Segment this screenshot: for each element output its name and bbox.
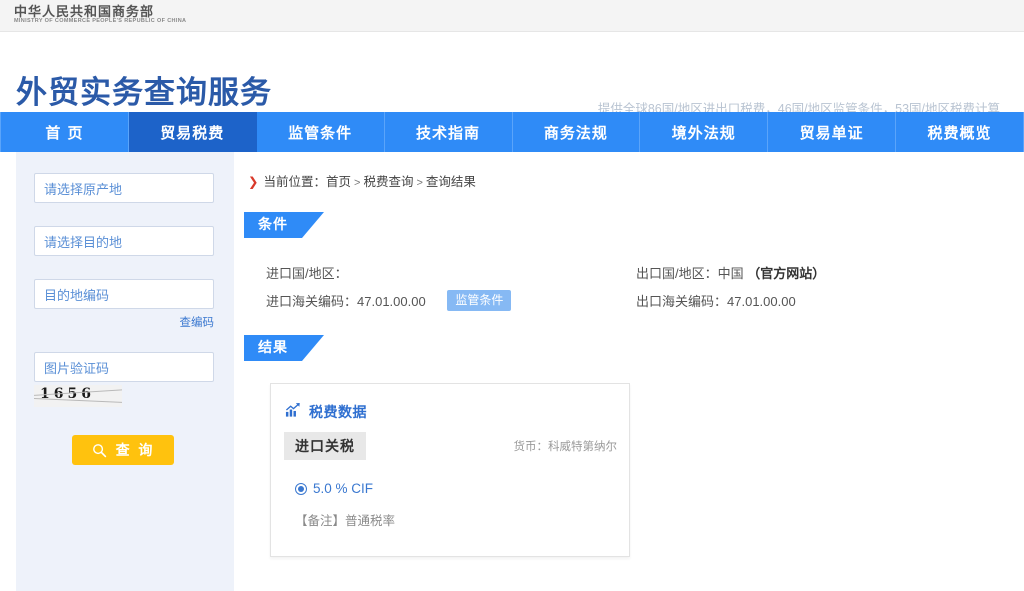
page-title: 外贸实务查询服务 <box>16 75 272 111</box>
bar-chart-up-icon <box>285 402 302 422</box>
ministry-name-en: MINISTRY OF COMMERCE PEOPLE'S REPUBLIC O… <box>14 18 187 25</box>
hs-code-input[interactable]: 目的地编码 <box>34 279 214 309</box>
tax-rate-remark: 【备注】普通税率 <box>295 514 396 528</box>
breadcrumb-separator-2: > <box>416 177 423 189</box>
export-hs-row: 出口海关编码：47.01.00.00 <box>636 288 825 316</box>
nav-item-business-law[interactable]: 商务法规 <box>513 112 641 152</box>
tax-result-card: 税费数据 进口关税 货币：科威特第纳尔 5.0 % CIF 【备注】普通税率 <box>270 383 630 557</box>
supervision-conditions-button[interactable]: 监管条件 <box>447 290 512 311</box>
breadcrumb: ❯ 当前位置：首页 > 税费查询 > 查询结果 <box>248 171 476 190</box>
government-header-bar: 中华人民共和国商务部 MINISTRY OF COMMERCE PEOPLE'S… <box>0 0 1024 32</box>
conditions-import-column: 进口国/地区： 进口海关编码：47.01.00.00 监管条件 <box>266 260 512 316</box>
import-duty-tab[interactable]: 进口关税 <box>284 432 366 460</box>
tax-data-heading: 税费数据 <box>285 402 367 422</box>
breadcrumb-prefix: 当前位置： <box>263 175 326 189</box>
origin-select[interactable]: 请选择原产地 <box>34 173 214 203</box>
tax-rate-option[interactable]: 5.0 % CIF <box>295 481 373 496</box>
conditions-section-title: 条件 <box>244 212 324 238</box>
export-hs-value: 47.01.00.00 <box>727 294 796 309</box>
captcha-input[interactable]: 图片验证码 <box>34 352 214 382</box>
nav-item-tax-overview[interactable]: 税费概览 <box>896 112 1024 152</box>
search-icon <box>92 443 107 458</box>
main-navigation: 首 页 贸易税费 监管条件 技术指南 商务法规 境外法规 贸易单证 税费概览 <box>0 112 1024 152</box>
nav-item-trade-tax[interactable]: 贸易税费 <box>128 112 257 152</box>
import-country-label: 进口国/地区： <box>266 266 348 281</box>
export-hs-label: 出口海关编码： <box>636 294 728 309</box>
export-country-row: 出口国/地区：中国 （官方网站） <box>636 260 825 288</box>
results-section-title: 结果 <box>244 335 324 361</box>
query-button[interactable]: 查 询 <box>72 435 174 465</box>
nav-item-supervision[interactable]: 监管条件 <box>257 112 385 152</box>
find-code-link[interactable]: 查编码 <box>180 314 215 330</box>
site-title-bar: 外贸实务查询服务 wmsw.mofcom.gov.cn 提供全球86国/地区进出… <box>0 32 1024 132</box>
breadcrumb-item-result: 查询结果 <box>425 175 476 189</box>
nav-item-overseas-law[interactable]: 境外法规 <box>640 112 769 152</box>
tax-rate-value: 5.0 % CIF <box>313 481 374 496</box>
captcha-image[interactable]: 1656 <box>34 385 122 407</box>
tax-data-heading-label: 税费数据 <box>309 405 367 421</box>
breadcrumb-separator-1: > <box>354 177 361 189</box>
page-root: 中华人民共和国商务部 MINISTRY OF COMMERCE PEOPLE'S… <box>0 0 1024 591</box>
import-country-row: 进口国/地区： <box>266 260 511 288</box>
import-hs-label: 进口海关编码： <box>266 294 358 309</box>
results-section: 结果 税费数据 进口关税 货币：科威特第纳尔 5.0 % CIF 【备注】普通税… <box>244 335 630 557</box>
currency-label: 货币：科威特第纳尔 <box>513 441 618 453</box>
breadcrumb-item-tax-query[interactable]: 税费查询 <box>363 175 413 189</box>
nav-item-trade-docs[interactable]: 贸易单证 <box>768 112 897 152</box>
nav-item-tech-guide[interactable]: 技术指南 <box>385 112 513 152</box>
export-country-value: 中国 <box>717 266 744 281</box>
export-country-label: 出口国/地区： <box>636 266 718 281</box>
breadcrumb-item-home[interactable]: 首页 <box>326 175 351 189</box>
tax-rate-radio[interactable] <box>295 482 307 495</box>
query-form-sidebar: 请选择原产地 请选择目的地 目的地编码 查编码 图片验证码 1656 查 询 <box>16 152 234 591</box>
query-button-label: 查 询 <box>115 443 155 459</box>
conditions-section: 条件 进口国/地区： 进口海关编码：47.01.00.00 监管条件 出口国/地… <box>244 212 825 311</box>
breadcrumb-arrow-icon: ❯ <box>248 175 259 189</box>
import-hs-row: 进口海关编码：47.01.00.00 监管条件 <box>266 288 512 316</box>
destination-select[interactable]: 请选择目的地 <box>34 226 214 256</box>
conditions-export-column: 出口国/地区：中国 （官方网站） 出口海关编码：47.01.00.00 <box>636 260 825 316</box>
nav-item-home[interactable]: 首 页 <box>0 112 129 152</box>
export-country-note: （官方网站） <box>747 266 826 281</box>
import-hs-value: 47.01.00.00 <box>357 294 426 309</box>
